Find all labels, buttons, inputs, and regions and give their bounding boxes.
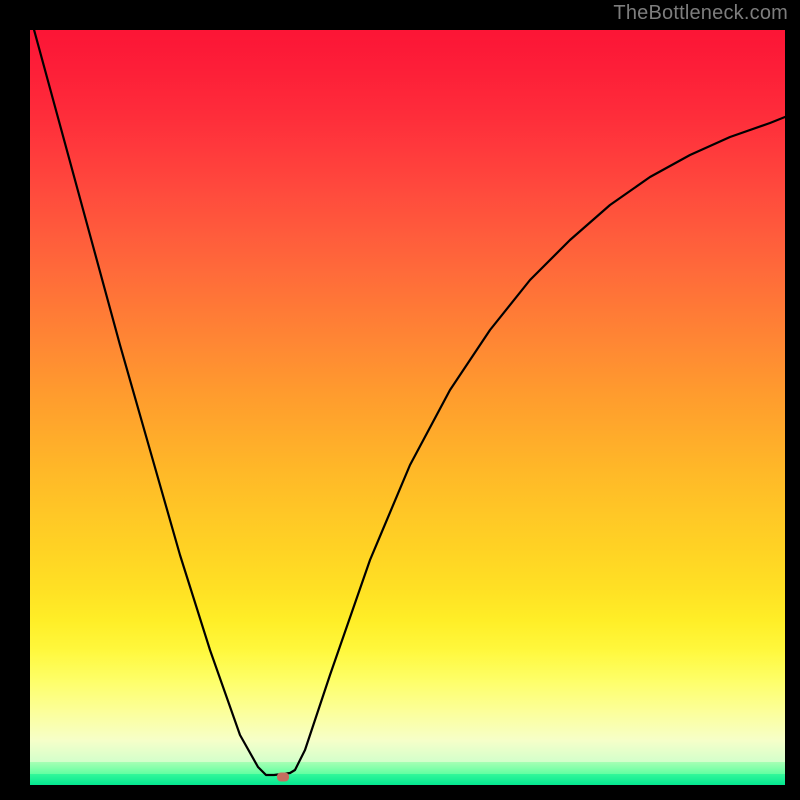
curve-svg xyxy=(30,30,785,785)
optimal-marker xyxy=(277,773,289,782)
bottleneck-curve-path xyxy=(30,30,785,775)
chart-stage: TheBottleneck.com xyxy=(0,0,800,800)
watermark-text: TheBottleneck.com xyxy=(613,2,788,25)
plot-area xyxy=(30,30,785,785)
